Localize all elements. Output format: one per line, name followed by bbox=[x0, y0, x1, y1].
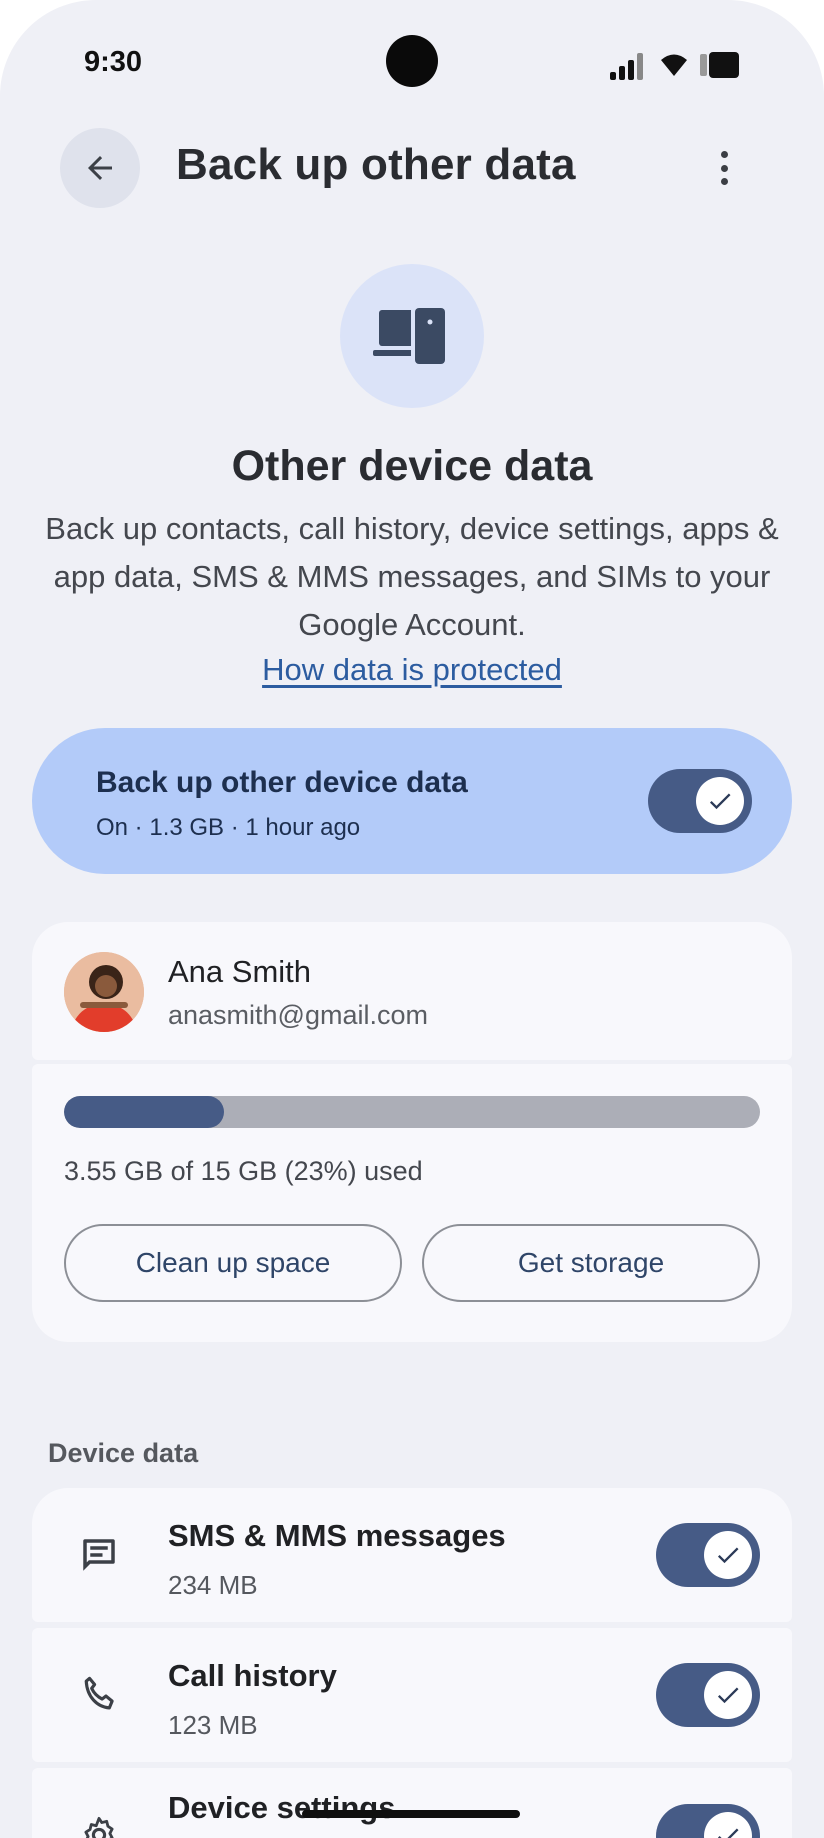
clean-up-space-button[interactable]: Clean up space bbox=[64, 1224, 402, 1302]
device-data-section-label: Device data bbox=[48, 1438, 199, 1468]
item-title: Device settings bbox=[168, 1790, 396, 1825]
device-data-item-sms[interactable]: SMS & MMS messages 234 MB bbox=[32, 1488, 792, 1622]
account-name: Ana Smith bbox=[168, 954, 312, 989]
backup-master-toggle-card[interactable]: Back up other device data On · 1.3 GB · … bbox=[32, 728, 792, 874]
item-title: SMS & MMS messages bbox=[168, 1518, 506, 1553]
storage-progress-fill bbox=[64, 1096, 225, 1128]
check-icon bbox=[717, 1687, 739, 1704]
account-card[interactable]: Ana Smith anasmith@gmail.com bbox=[32, 922, 792, 1060]
how-data-protected-link[interactable]: How data is protected bbox=[262, 652, 562, 687]
message-icon bbox=[76, 1532, 122, 1578]
item-size: 123 MB bbox=[168, 1710, 258, 1740]
home-indicator[interactable] bbox=[302, 1810, 520, 1818]
storage-card: 3.55 GB of 15 GB (23%) used Clean up spa… bbox=[32, 1064, 792, 1342]
backup-toggle-title: Back up other device data bbox=[96, 766, 468, 799]
device-settings-backup-switch[interactable] bbox=[656, 1804, 760, 1838]
check-icon bbox=[709, 793, 731, 810]
front-camera bbox=[386, 35, 438, 87]
device-data-item-device-settings[interactable]: Device settings bbox=[32, 1768, 792, 1838]
section-title: Other device data bbox=[231, 442, 593, 490]
avatar bbox=[64, 952, 144, 1032]
wifi-icon bbox=[661, 54, 687, 76]
get-storage-button[interactable]: Get storage bbox=[422, 1224, 760, 1302]
how-data-protected-link-wrap: How data is protected bbox=[0, 652, 824, 688]
backup-master-switch[interactable] bbox=[648, 769, 752, 833]
phone-screen: 9:30 Back up other data Other device dat… bbox=[0, 0, 824, 1838]
gear-icon bbox=[76, 1812, 122, 1838]
device-data-item-call-history[interactable]: Call history 123 MB bbox=[32, 1628, 792, 1762]
check-icon bbox=[717, 1547, 739, 1564]
account-email: anasmith@gmail.com bbox=[168, 1000, 428, 1030]
item-size: 234 MB bbox=[168, 1570, 258, 1600]
back-button[interactable] bbox=[60, 128, 140, 208]
status-time: 9:30 bbox=[84, 46, 143, 78]
section-description: Back up contacts, call history, device s… bbox=[45, 511, 779, 642]
storage-progress-bar bbox=[64, 1096, 760, 1128]
backup-toggle-status: On · 1.3 GB · 1 hour ago bbox=[96, 814, 361, 841]
battery-icon bbox=[700, 52, 739, 78]
phone-icon bbox=[76, 1672, 122, 1718]
check-icon bbox=[717, 1828, 739, 1838]
cellular-signal-icon bbox=[610, 50, 648, 80]
more-vert-icon bbox=[720, 151, 728, 158]
arrow-back-icon bbox=[88, 156, 112, 180]
sms-backup-switch[interactable] bbox=[656, 1523, 760, 1587]
more-options-button[interactable] bbox=[704, 145, 744, 191]
storage-usage-text: 3.55 GB of 15 GB (23%) used bbox=[64, 1156, 423, 1186]
call-history-backup-switch[interactable] bbox=[656, 1663, 760, 1727]
page-title: Back up other data bbox=[176, 140, 576, 189]
item-title: Call history bbox=[168, 1658, 337, 1693]
devices-icon bbox=[340, 264, 484, 408]
